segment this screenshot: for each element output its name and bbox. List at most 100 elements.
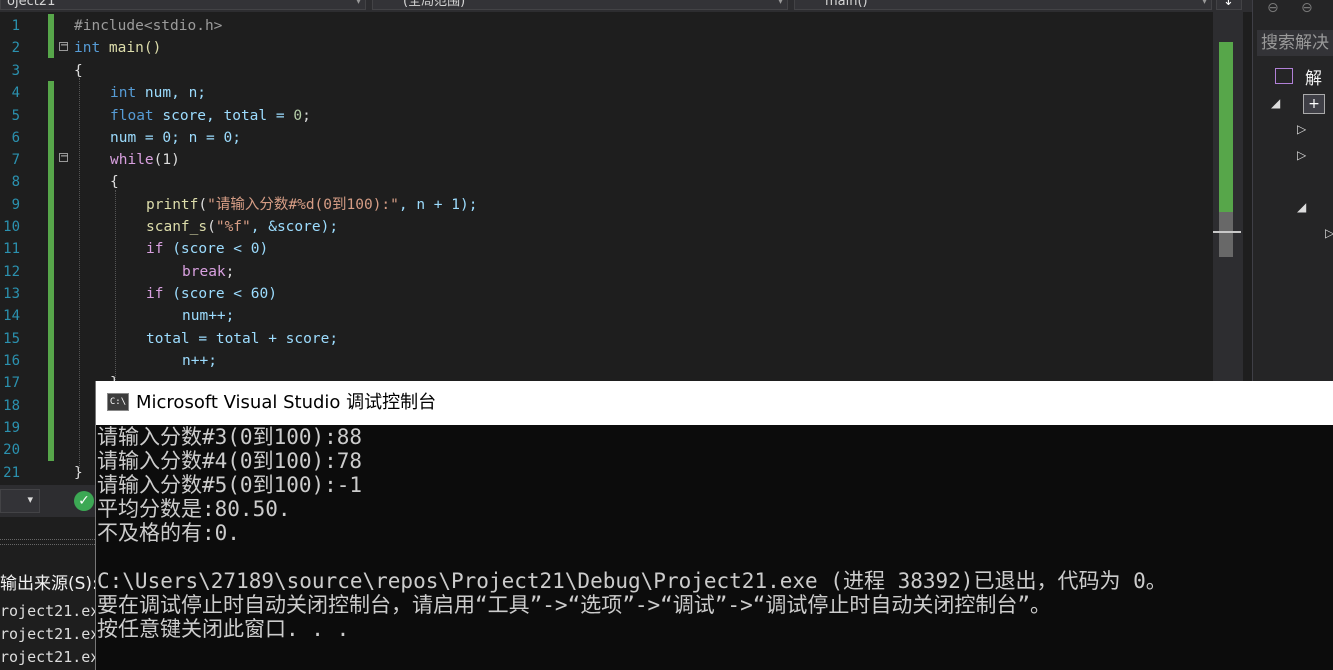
line-number: 12 (3, 264, 20, 280)
console-titlebar[interactable]: C:\ Microsoft Visual Studio 调试控制台 (96, 381, 1333, 425)
console-line: 请输入分数#3(0到100):88 (97, 425, 363, 449)
keyword: while (110, 152, 154, 168)
code-line-16: n++; (182, 350, 217, 372)
code-text: score, total = (153, 108, 294, 124)
output-source-label: 输出来源(S): (0, 574, 98, 594)
code-line-1: #include<stdio.h> (74, 15, 222, 37)
console-output: 请输入分数#3(0到100):88 请输入分数#4(0到100):78 请输入分… (96, 425, 1333, 670)
code-text: , &score); (250, 219, 339, 235)
chevron-down-icon: ▾ (777, 0, 783, 7)
code-text: ; (302, 108, 311, 124)
member-combo[interactable]: main() ▾ (794, 0, 1212, 10)
code-line-14: num++; (182, 305, 234, 327)
code-text: ( (198, 197, 208, 213)
line-number: 19 (3, 420, 20, 436)
expand-icon[interactable]: ◢ (1271, 96, 1280, 110)
project-icon: + (1303, 94, 1325, 114)
keyword: if (146, 241, 164, 257)
string-literal: "请输入分数#%d(0到100):" (207, 197, 399, 213)
console-line: 按任意键关闭此窗口. . . (97, 617, 350, 641)
output-panel: 输出来源(S): roject21.ex roject21.ex roject2… (0, 517, 99, 670)
collapse-icon[interactable]: − (59, 152, 68, 162)
scope-combo[interactable]: (全局范围) ▾ (372, 0, 788, 10)
solution-search-input[interactable]: 搜索解决 (1257, 30, 1333, 56)
brace: { (110, 174, 119, 190)
code-text: , n + 1); (398, 197, 478, 213)
line-number: 4 (11, 85, 20, 101)
code-line-13: if (score < 60) (146, 283, 277, 305)
console-app-icon: C:\ (107, 393, 129, 411)
arrow-down-icon: ↓ (1223, 0, 1234, 9)
code-line-2: int main() (74, 37, 161, 59)
line-number: 14 (3, 308, 20, 324)
forward-icon[interactable]: ⊖ (1301, 0, 1313, 16)
collapse-arrow-icon[interactable]: ▷ (1297, 148, 1306, 162)
line-number: 20 (3, 442, 20, 458)
function-name: printf (146, 197, 199, 213)
line-number: 1 (11, 18, 20, 34)
indent-guide (115, 190, 116, 380)
project-combo[interactable]: oject21 ▾ (0, 0, 366, 10)
output-line: roject21.ex (0, 602, 100, 620)
output-line: roject21.ex (0, 625, 100, 643)
console-line: C:\Users\27189\source\repos\Project21\De… (97, 569, 1167, 593)
code-text: (1) (153, 152, 180, 168)
console-line: 要在调试停止时自动关闭控制台，请启用“工具”->“选项”->“调试”->“调试停… (97, 593, 1051, 617)
line-number: 9 (11, 197, 20, 213)
line-number: 15 (3, 331, 20, 347)
line-number: 10 (3, 219, 20, 235)
chevron-down-icon: ▾ (27, 493, 33, 506)
line-number: 13 (3, 286, 20, 302)
line-number: 17 (3, 375, 20, 391)
code-line-6: num = 0; n = 0; (110, 127, 241, 149)
scope-combo-label: (全局范围) (403, 0, 466, 9)
code-text: (score < 0) (163, 241, 269, 257)
code-line-21: } (74, 462, 83, 484)
code-line-15: total = total + score; (146, 328, 338, 350)
line-number: 16 (3, 353, 20, 369)
collapse-arrow-icon[interactable]: ▷ (1297, 122, 1306, 136)
chevron-down-icon: ▾ (1201, 0, 1207, 7)
change-indicator (48, 81, 54, 461)
solution-icon (1275, 68, 1293, 84)
navigation-bar: oject21 ▾ (全局范围) ▾ main() ▾ ↓ (0, 0, 1252, 12)
line-number: 6 (11, 130, 20, 146)
keyword: float (110, 108, 154, 124)
expand-icon[interactable]: ◢ (1297, 200, 1306, 214)
collapse-arrow-icon[interactable]: ▷ (1325, 226, 1333, 240)
code-line-11: if (score < 0) (146, 238, 268, 260)
back-icon[interactable]: ⊖ (1267, 0, 1279, 16)
member-combo-label: main() (825, 0, 868, 9)
code-text: n++; (182, 353, 217, 369)
success-check-icon: ✓ (74, 491, 94, 511)
brace: { (74, 63, 83, 79)
code-text: ( (207, 219, 216, 235)
solution-explorer: ⊖ ⊖ 搜索解决 解决 ◢ + ▷ ▷ ◢ ▷ (1252, 0, 1333, 382)
code-line-12: break; (182, 261, 234, 283)
scope-dropdown[interactable]: ▾ (0, 489, 40, 513)
line-number: 18 (3, 398, 20, 414)
code-text: num++; (182, 308, 235, 324)
code-line-10: scanf_s("%f", &score); (146, 216, 338, 238)
number-literal: 0 (293, 108, 303, 124)
function-name: scanf_s (146, 219, 208, 235)
indent-guide (79, 78, 80, 468)
keyword: int (74, 40, 101, 56)
code-text: total = total + score; (146, 331, 339, 347)
line-number: 21 (3, 465, 20, 481)
console-title: Microsoft Visual Studio 调试控制台 (136, 392, 437, 413)
line-number: 7 (11, 152, 20, 168)
collapse-icon[interactable]: − (59, 41, 68, 51)
line-number: 3 (11, 63, 20, 79)
code-text: ; (225, 264, 235, 280)
change-indicator (48, 14, 54, 58)
code-line-8: { (110, 171, 119, 193)
console-line: 请输入分数#5(0到100):-1 (97, 473, 363, 497)
code-line-5: float score, total = 0; (110, 105, 311, 127)
editor-scrollbar[interactable] (1213, 12, 1243, 382)
preprocessor: #include<stdio.h> (74, 18, 223, 34)
output-line: roject21.ex (0, 648, 100, 666)
split-button[interactable]: ↓ (1216, 0, 1242, 10)
line-number: 11 (3, 241, 20, 257)
debug-console-window[interactable]: C:\ Microsoft Visual Studio 调试控制台 请输入分数#… (95, 381, 1333, 670)
